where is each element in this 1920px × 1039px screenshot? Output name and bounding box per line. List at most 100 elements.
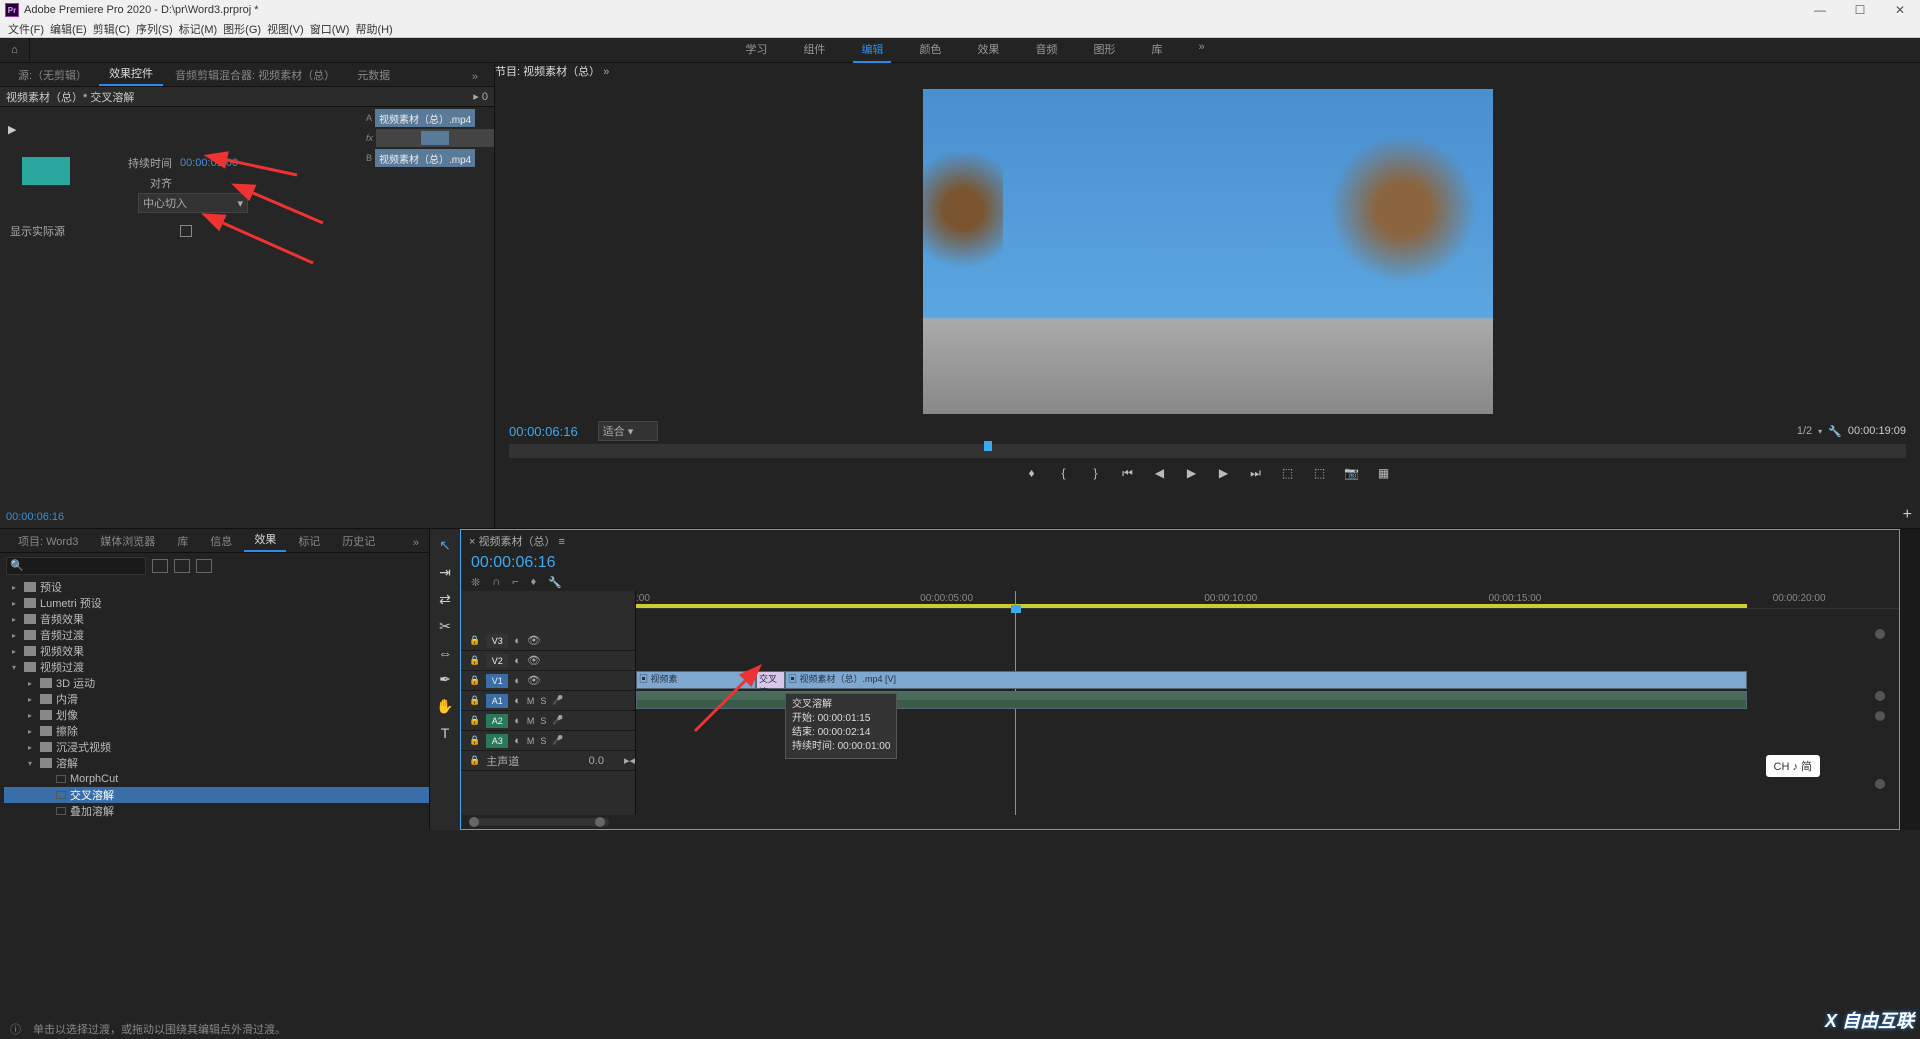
folder-item[interactable]: ▸沉浸式视频 xyxy=(4,739,429,755)
folder-item[interactable]: ▸3D 运动 xyxy=(4,675,429,691)
effect-controls-timecode[interactable]: 00:00:06:16 xyxy=(0,508,494,528)
slip-tool[interactable]: ⇔ xyxy=(438,645,452,661)
folder-item[interactable]: ▾溶解 xyxy=(4,755,429,771)
effect-item[interactable]: MorphCut xyxy=(4,771,429,787)
extract-button[interactable]: ⬚ xyxy=(1313,466,1327,480)
toggle-output-icon[interactable]: ◐ xyxy=(514,715,521,727)
eye-icon[interactable]: 👁 xyxy=(527,654,541,667)
disclosure-icon[interactable]: ▸ xyxy=(28,727,36,736)
eye-icon[interactable]: 👁 xyxy=(527,674,541,687)
disclosure-icon[interactable]: ▸ xyxy=(12,583,20,592)
ripple-edit-tool[interactable]: ⇄ xyxy=(439,591,451,608)
tab-audio-clip-mixer[interactable]: 音频剪辑混合器: 视频素材（总） xyxy=(165,64,345,86)
markers-icon[interactable]: ♦ xyxy=(531,576,537,589)
menu-file[interactable]: 文件(F) xyxy=(8,21,44,37)
disclosure-icon[interactable]: ▸ xyxy=(12,647,20,656)
lock-icon[interactable]: 🔒 xyxy=(469,655,480,666)
lock-icon[interactable]: 🔒 xyxy=(469,635,480,646)
program-video[interactable] xyxy=(923,89,1493,414)
solo-button[interactable]: S xyxy=(540,736,546,746)
voice-icon[interactable]: 🎤 xyxy=(552,735,563,746)
program-zoom-ratio[interactable]: 1/2 xyxy=(1797,425,1812,437)
menu-sequence[interactable]: 序列(S) xyxy=(136,21,173,37)
track-label-a3[interactable]: A3 xyxy=(486,734,508,748)
track-label-v3[interactable]: V3 xyxy=(486,634,508,648)
playhead-icon[interactable] xyxy=(984,441,992,451)
folder-item[interactable]: ▸音频过渡 xyxy=(4,627,429,643)
menu-graphics[interactable]: 图形(G) xyxy=(223,21,261,37)
workspace-learning[interactable]: 学习 xyxy=(737,37,775,63)
align-dropdown[interactable]: 中心切入▾ xyxy=(138,193,248,213)
workspace-library[interactable]: 库 xyxy=(1143,37,1170,63)
toggle-output-icon[interactable]: ◐ xyxy=(514,695,521,707)
mini-clip-b[interactable]: 视频素材（总）.mp4 xyxy=(375,149,475,167)
workspace-overflow[interactable]: » xyxy=(1190,37,1212,63)
track-option-icon[interactable] xyxy=(1875,779,1885,789)
disclosure-icon[interactable]: ▸ xyxy=(28,711,36,720)
toggle-output-icon[interactable]: ◐ xyxy=(514,735,521,747)
timeline-zoom-slider[interactable] xyxy=(469,818,609,826)
track-option-icon[interactable] xyxy=(1875,691,1885,701)
tab-info[interactable]: 信息 xyxy=(200,530,242,552)
track-label-v1[interactable]: V1 xyxy=(486,674,508,688)
step-forward-button[interactable]: ▶ xyxy=(1217,466,1231,480)
export-frame-button[interactable]: 📷 xyxy=(1345,466,1359,480)
solo-button[interactable]: S xyxy=(540,696,546,706)
razor-tool[interactable]: ✂ xyxy=(439,618,451,635)
menu-edit[interactable]: 编辑(E) xyxy=(50,21,87,37)
tab-history[interactable]: 历史记 xyxy=(332,530,385,552)
workspace-components[interactable]: 组件 xyxy=(795,37,833,63)
menu-help[interactable]: 帮助(H) xyxy=(355,21,392,37)
disclosure-icon[interactable]: ▸ xyxy=(12,599,20,608)
track-label-a2[interactable]: A2 xyxy=(486,714,508,728)
disclosure-icon[interactable]: ▸ xyxy=(12,615,20,624)
folder-item[interactable]: ▾视频过渡 xyxy=(4,659,429,675)
disclosure-icon[interactable]: ▸ xyxy=(12,631,20,640)
menu-clip[interactable]: 剪辑(C) xyxy=(93,21,130,37)
snap-icon[interactable]: ⌐ xyxy=(512,576,518,589)
program-timecode[interactable]: 00:00:06:16 xyxy=(509,424,578,439)
fx-filter-yuv-icon[interactable] xyxy=(196,559,212,573)
timeline-timecode[interactable]: 00:00:06:16 xyxy=(461,552,1899,574)
panel-menu-icon[interactable]: » xyxy=(403,534,429,552)
timeline-clip-1[interactable]: ▣ 视频素 xyxy=(636,671,756,689)
step-back-button[interactable]: ◀ xyxy=(1153,466,1167,480)
add-button[interactable]: + xyxy=(1903,506,1912,524)
goto-in-button[interactable]: ⏮ xyxy=(1121,466,1135,480)
track-option-icon[interactable] xyxy=(1875,629,1885,639)
workspace-edit[interactable]: 编辑 xyxy=(853,37,891,63)
fx-filter-32-icon[interactable] xyxy=(174,559,190,573)
play-triangle-icon[interactable]: ▶ xyxy=(8,123,16,136)
mini-clip-a[interactable]: 视频素材（总）.mp4 xyxy=(375,109,475,127)
expand-icon[interactable]: ▸◂ xyxy=(624,754,635,767)
mute-button[interactable]: M xyxy=(527,716,535,726)
folder-item[interactable]: ▸音频效果 xyxy=(4,611,429,627)
folder-item[interactable]: ▸擦除 xyxy=(4,723,429,739)
tab-library[interactable]: 库 xyxy=(167,530,198,552)
disclosure-icon[interactable]: ▾ xyxy=(28,759,36,768)
add-marker-button[interactable]: ♦ xyxy=(1025,466,1039,480)
solo-button[interactable]: S xyxy=(540,716,546,726)
disclosure-icon[interactable]: ▸ xyxy=(28,695,36,704)
tab-media-browser[interactable]: 媒体浏览器 xyxy=(90,530,165,552)
folder-item[interactable]: ▸划像 xyxy=(4,707,429,723)
selection-tool[interactable]: ↖ xyxy=(439,537,451,554)
workspace-effects[interactable]: 效果 xyxy=(969,37,1007,63)
folder-item[interactable]: ▸内滑 xyxy=(4,691,429,707)
effect-item[interactable]: 叠加溶解 xyxy=(4,803,429,819)
home-button[interactable]: ⌂ xyxy=(0,38,30,63)
linked-selection-icon[interactable]: ∩ xyxy=(492,576,500,589)
effects-search-input[interactable] xyxy=(6,557,146,575)
settings-icon[interactable]: 🔧 xyxy=(548,576,562,589)
play-button[interactable]: ▶ xyxy=(1185,466,1199,480)
lock-icon[interactable]: 🔒 xyxy=(469,735,480,746)
type-tool[interactable]: T xyxy=(441,725,450,741)
tab-markers[interactable]: 标记 xyxy=(288,530,330,552)
minimize-button[interactable]: — xyxy=(1800,3,1840,17)
lock-icon[interactable]: 🔒 xyxy=(469,675,480,686)
program-tab[interactable]: 节目: 视频素材（总） xyxy=(495,66,600,78)
track-label-v2[interactable]: V2 xyxy=(486,654,508,668)
timeline-tab[interactable]: × 视频素材（总） ≡ xyxy=(469,533,565,549)
master-track-value[interactable]: 0.0 xyxy=(589,755,604,767)
eye-icon[interactable]: 👁 xyxy=(527,634,541,647)
